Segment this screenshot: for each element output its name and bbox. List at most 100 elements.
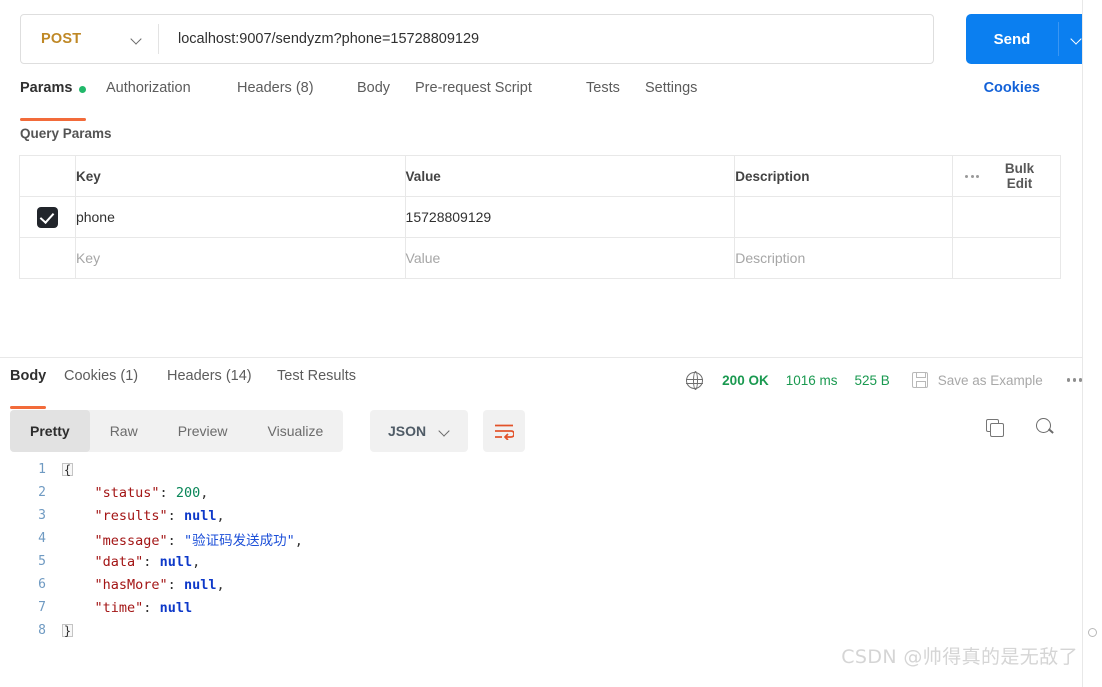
request-tabs: Params Authorization Headers (8) Body Pr… <box>20 80 1062 121</box>
tab-params[interactable]: Params <box>20 80 87 121</box>
view-mode-preview[interactable]: Preview <box>158 410 248 452</box>
tab-body[interactable]: Body <box>357 80 390 112</box>
tab-pre-request-script[interactable]: Pre-request Script <box>415 80 532 112</box>
query-params-table: Key Value Description Bulk Edit phone 15… <box>19 155 1061 279</box>
code-token: , <box>192 553 201 570</box>
header-key: Key <box>74 155 406 197</box>
tab-tests[interactable]: Tests <box>586 80 620 112</box>
rail-indicator-icon[interactable] <box>1088 628 1097 637</box>
table-header-row: Key Value Description Bulk Edit <box>19 155 1061 197</box>
line-number: 5 <box>38 554 46 569</box>
code-line-text: { <box>62 462 75 478</box>
word-wrap-button[interactable] <box>483 410 525 452</box>
code-fold-icon[interactable]: { <box>62 463 73 476</box>
response-meta: 200 OK 1016 ms 525 B Save as Example <box>685 368 1082 392</box>
url-bar: POST localhost:9007/sendyzm?phone=157288… <box>20 14 1094 64</box>
placeholder-key-cell[interactable]: Key <box>74 237 406 279</box>
view-mode-visualize[interactable]: Visualize <box>248 410 344 452</box>
code-line: 5 "data": null, <box>0 550 1082 573</box>
chevron-down-icon <box>1071 34 1082 45</box>
format-label: JSON <box>388 423 427 439</box>
line-number: 8 <box>38 623 46 638</box>
row-key-cell[interactable]: phone <box>74 196 406 238</box>
code-line-text: "data": null, <box>62 553 201 570</box>
tab-headers[interactable]: Headers (8) <box>237 80 314 112</box>
save-icon[interactable] <box>911 372 928 388</box>
code-token: , <box>200 484 209 501</box>
search-icon[interactable] <box>1036 418 1054 436</box>
response-tab-body[interactable]: Body <box>10 368 47 409</box>
header-checkbox-cell <box>19 155 76 197</box>
tab-label: Test Results <box>277 368 356 384</box>
code-token: "验证码发送成功" <box>183 532 295 549</box>
code-fold-icon[interactable]: } <box>62 624 73 637</box>
code-token: "status" <box>94 484 160 501</box>
line-number: 3 <box>38 508 46 523</box>
chevron-down-icon <box>131 34 142 45</box>
bulk-edit-button[interactable]: Bulk Edit <box>991 161 1048 191</box>
active-tab-underline <box>10 406 47 409</box>
save-as-example-button[interactable]: Save as Example <box>938 373 1043 388</box>
tab-authorization[interactable]: Authorization <box>106 80 191 112</box>
header-value: Value <box>404 155 736 197</box>
url-input[interactable]: localhost:9007/sendyzm?phone=15728809129 <box>159 31 933 47</box>
code-token: : <box>167 532 184 549</box>
tab-label: Cookies (1) <box>64 368 139 384</box>
code-token: , <box>216 576 225 593</box>
code-token: null <box>159 553 193 570</box>
code-line: 7 "time": null <box>0 596 1082 619</box>
tab-label: Headers (14) <box>167 368 252 384</box>
more-horizontal-icon[interactable] <box>1066 378 1082 382</box>
code-token: , <box>216 507 225 524</box>
code-token: : <box>143 599 160 616</box>
response-tabs: Body Cookies (1) Headers (14) Test Resul… <box>10 368 650 409</box>
row-actions-cell <box>952 196 1061 238</box>
code-token: : <box>167 576 184 593</box>
pane-divider[interactable] <box>0 357 1082 358</box>
response-tab-headers[interactable]: Headers (14) <box>167 368 252 400</box>
cookies-link[interactable]: Cookies <box>984 80 1040 96</box>
placeholder-actions-cell <box>952 237 1061 279</box>
view-mode-raw[interactable]: Raw <box>90 410 158 452</box>
view-mode-segmented-control: Pretty Raw Preview Visualize <box>10 410 344 452</box>
view-mode-pretty[interactable]: Pretty <box>10 410 90 452</box>
send-button[interactable]: Send <box>966 14 1058 64</box>
url-field[interactable]: POST localhost:9007/sendyzm?phone=157288… <box>20 14 934 64</box>
response-tab-test-results[interactable]: Test Results <box>277 368 356 400</box>
format-selector[interactable]: JSON <box>370 410 469 452</box>
copy-icon[interactable] <box>986 419 1004 437</box>
code-token: null <box>159 599 193 616</box>
code-token: null <box>183 507 217 524</box>
http-method-selector[interactable]: POST <box>21 15 158 63</box>
param-enabled-checkbox[interactable] <box>36 206 58 228</box>
response-body-code[interactable]: 1{2 "status": 200, 3 "results": null, 4 "m… <box>0 458 1082 648</box>
active-tab-underline <box>20 118 87 121</box>
code-line: 8} <box>0 619 1082 642</box>
tab-settings[interactable]: Settings <box>645 80 697 112</box>
tab-label: Tests <box>586 80 620 96</box>
postman-request-view: POST localhost:9007/sendyzm?phone=157288… <box>0 0 1102 687</box>
chevron-down-icon <box>439 426 450 437</box>
send-button-group[interactable]: Send <box>966 14 1094 64</box>
table-row: Key Value Description <box>19 237 1061 279</box>
code-lines: 1{2 "status": 200, 3 "results": null, 4 "m… <box>0 458 1082 642</box>
query-params-title: Query Params <box>20 126 112 141</box>
row-description-cell[interactable] <box>734 196 953 238</box>
placeholder-description-cell[interactable]: Description <box>734 237 953 279</box>
line-number: 7 <box>38 600 46 615</box>
header-actions: Bulk Edit <box>952 155 1061 197</box>
row-checkbox-cell <box>19 196 76 238</box>
row-value-cell[interactable]: 15728809129 <box>404 196 736 238</box>
placeholder-value-cell[interactable]: Value <box>404 237 736 279</box>
response-tab-cookies[interactable]: Cookies (1) <box>64 368 138 400</box>
more-horizontal-icon[interactable] <box>965 174 979 178</box>
code-token: 200 <box>175 484 201 501</box>
code-line-text: "results": null, <box>62 508 225 524</box>
code-line-text: "time": null <box>62 599 193 616</box>
body-toolbar-actions <box>986 418 1054 437</box>
